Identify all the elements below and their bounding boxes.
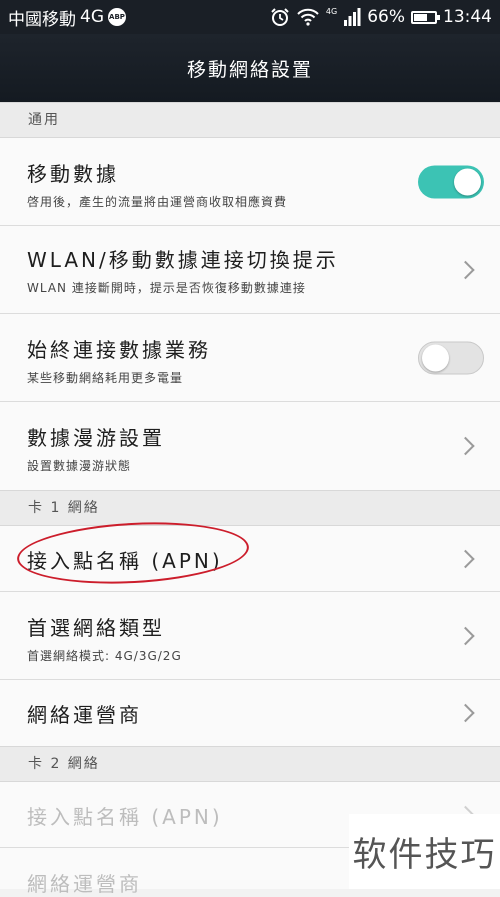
wlan-switch-prompt-subtitle: WLAN 連接斷開時，提示是否恢復移動數據連接: [27, 281, 306, 295]
carrier-name: 中國移動: [8, 9, 76, 30]
always-on-data-toggle[interactable]: [418, 341, 484, 374]
toggle-knob: [454, 168, 481, 195]
page-title: 移動網絡設置: [186, 58, 313, 81]
wlan-switch-prompt-row[interactable]: WLAN/移動數據連接切換提示 WLAN 連接斷開時，提示是否恢復移動數據連接: [0, 226, 500, 314]
title-bar: 移動網絡設置: [0, 34, 500, 102]
sim1-preferred-network-row[interactable]: 首選網絡類型 首選網絡模式: 4G/3G/2G: [0, 592, 500, 680]
sim1-operator-title: 網絡運營商: [27, 703, 142, 727]
data-roaming-row[interactable]: 數據漫游設置 設置數據漫游狀態: [0, 402, 500, 490]
battery-percent: 66%: [367, 7, 405, 27]
alarm-icon: [271, 8, 289, 26]
mobile-data-toggle[interactable]: [418, 165, 484, 198]
sim1-preferred-network-subtitle: 首選網絡模式: 4G/3G/2G: [27, 649, 182, 663]
sim1-apn-row[interactable]: 接入點名稱 (APN): [0, 526, 500, 592]
wlan-switch-prompt-title: WLAN/移動數據連接切換提示: [27, 248, 339, 272]
sim1-preferred-network-title: 首選網絡類型: [27, 616, 165, 640]
cell-signal-icon: [344, 8, 361, 26]
battery-icon: [411, 10, 440, 24]
clock: 13:44: [443, 7, 492, 27]
data-roaming-subtitle: 設置數據漫游狀態: [27, 459, 132, 473]
section-header-sim2: 卡 2 網絡: [0, 746, 500, 782]
mobile-data-row[interactable]: 移動數據 啓用後，產生的流量將由運營商收取相應資費: [0, 138, 500, 226]
network-type: 4G: [80, 7, 104, 27]
status-bar: 中國移動 4G ABP 4G 66% 13:44: [0, 0, 500, 34]
sim1-operator-row[interactable]: 網絡運營商: [0, 680, 500, 746]
toggle-knob: [422, 344, 449, 371]
data-roaming-title: 數據漫游設置: [27, 426, 165, 450]
sim1-apn-title: 接入點名稱 (APN): [27, 549, 223, 573]
adblock-icon: ABP: [108, 8, 126, 26]
watermark: 软件技巧: [349, 814, 500, 889]
always-on-data-row[interactable]: 始終連接數據業務 某些移動網絡耗用更多電量: [0, 314, 500, 402]
section-header-sim1: 卡 1 網絡: [0, 490, 500, 526]
wifi-icon: [297, 8, 319, 26]
signal-network-tag: 4G: [325, 6, 338, 16]
section-header-general: 通用: [0, 102, 500, 138]
